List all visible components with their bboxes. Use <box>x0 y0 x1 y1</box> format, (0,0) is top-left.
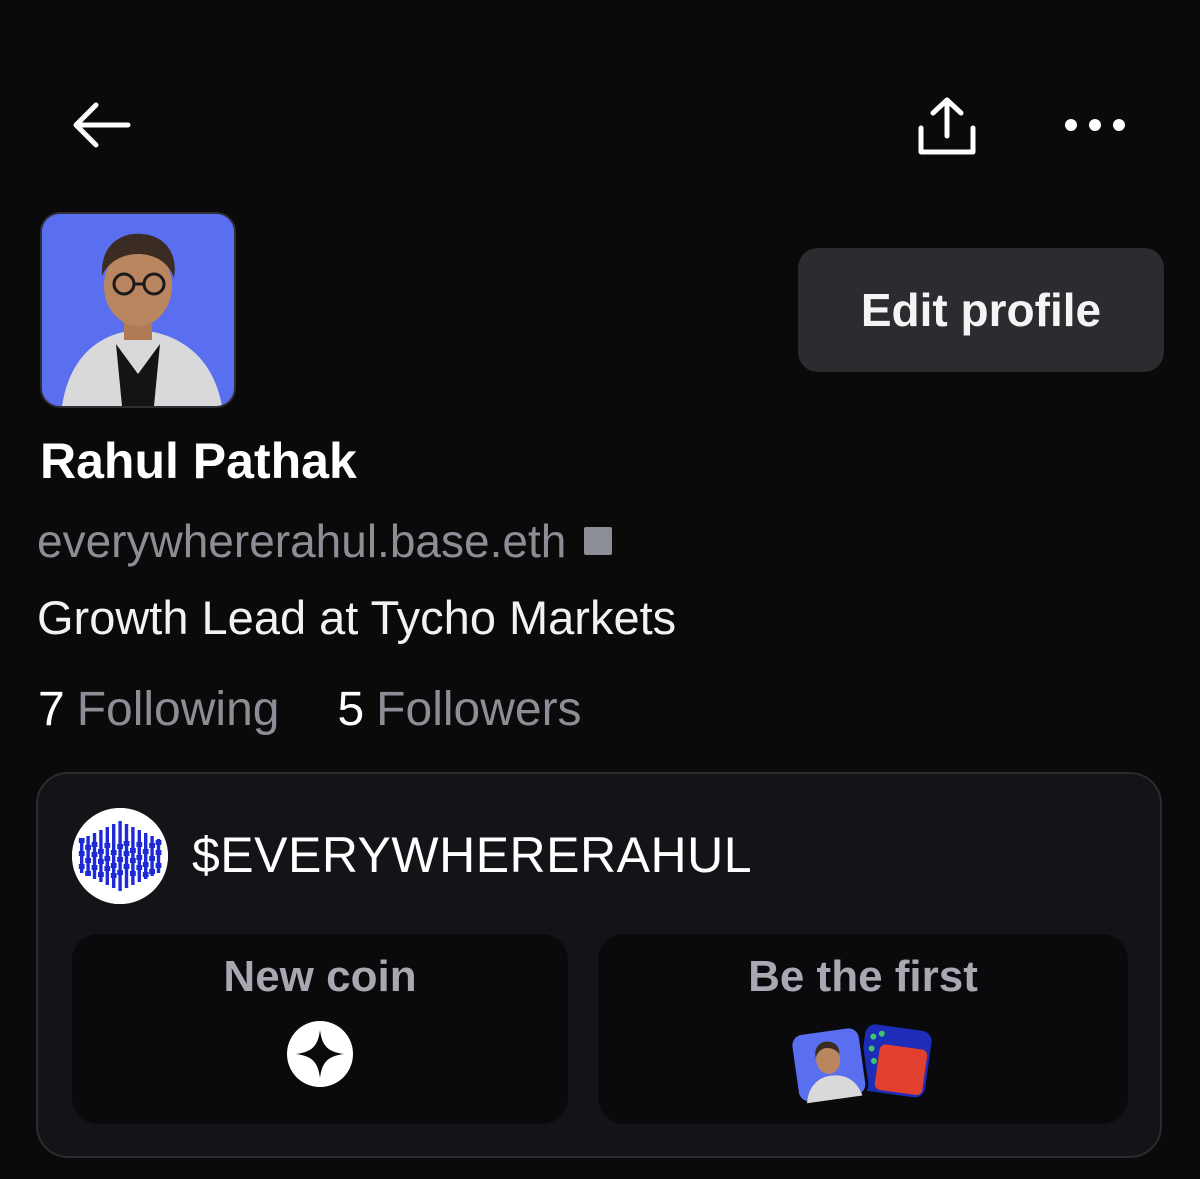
new-coin-tile[interactable]: New coin <box>72 934 568 1124</box>
more-options-button[interactable] <box>1050 95 1140 155</box>
followers-label: Followers <box>376 683 582 736</box>
following-count: 7 <box>38 683 65 736</box>
be-the-first-tile[interactable]: Be the first <box>598 934 1128 1124</box>
followers-link[interactable]: 5 Followers <box>337 682 581 737</box>
new-coin-label: New coin <box>223 952 417 1001</box>
sparkle-star-icon <box>286 1020 354 1093</box>
arrow-left-icon <box>73 102 131 148</box>
verification-square-icon <box>584 527 613 555</box>
profile-handle: everywhererahul.base.eth <box>37 515 567 567</box>
following-label: Following <box>76 683 280 736</box>
share-button[interactable] <box>905 90 989 162</box>
profile-bio: Growth Lead at Tycho Markets <box>37 591 677 644</box>
share-upload-icon <box>918 97 976 155</box>
following-link[interactable]: 7 Following <box>38 682 279 737</box>
profile-avatar[interactable] <box>40 212 236 408</box>
coin-logo-icon <box>72 808 168 904</box>
ellipsis-horizontal-icon <box>1065 119 1125 131</box>
profile-name: Rahul Pathak <box>40 433 357 489</box>
back-button[interactable] <box>60 90 140 160</box>
follow-stats: 7 Following 5 Followers <box>38 682 582 737</box>
followers-count: 5 <box>337 683 365 736</box>
handle-row: everywhererahul.base.eth <box>37 514 613 568</box>
coin-ticker[interactable]: $EVERYWHERERAHUL <box>192 826 752 884</box>
edit-profile-button[interactable]: Edit profile <box>798 248 1164 372</box>
be-the-first-label: Be the first <box>748 952 978 1001</box>
profile-photo <box>42 214 234 406</box>
stacked-avatars <box>788 1020 938 1111</box>
